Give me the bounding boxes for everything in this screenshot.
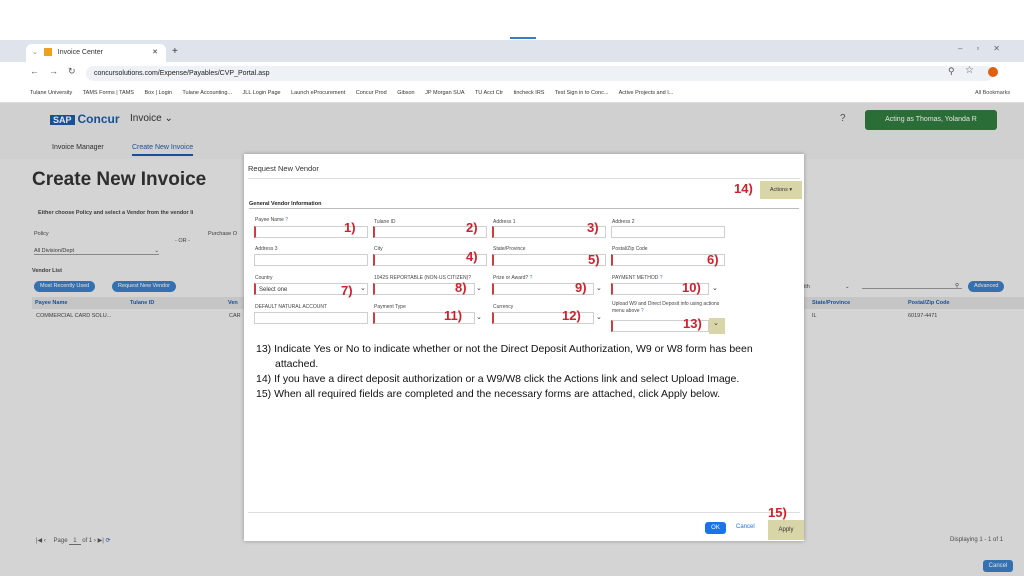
actions-button[interactable]: Actions ▾ — [760, 181, 802, 199]
bookmarks-bar: Tulane University TAMS Forms | TAMS Box … — [0, 84, 1024, 103]
bookmark[interactable]: JP Morgan SUA — [425, 90, 464, 96]
help-icon: ? — [640, 308, 644, 314]
chevron-down-icon[interactable]: ⌄ — [476, 284, 482, 292]
bookmark[interactable]: Concur Prod — [356, 90, 387, 96]
state-label: State/Province — [493, 246, 526, 252]
prize-label: Prize or Award? ? — [493, 275, 533, 281]
instructions: 13) Indicate Yes or No to indicate wheth… — [256, 342, 796, 402]
note-15: 15) When all required fields are complet… — [256, 388, 720, 400]
bookmark[interactable]: Active Projects and I... — [619, 90, 674, 96]
new-tab-icon[interactable]: + — [172, 44, 178, 60]
help-icon: ? — [529, 275, 533, 281]
annotation-10: 10) — [682, 280, 701, 295]
profile-icon[interactable] — [988, 67, 998, 77]
concur-favicon-icon — [43, 48, 52, 57]
section-title: General Vendor Information — [249, 201, 322, 207]
annotation-9: 9) — [575, 280, 587, 295]
modal-footer-divider — [248, 512, 800, 513]
tulane-id-label: Tulane ID — [374, 219, 396, 225]
annotation-3: 3) — [587, 220, 599, 235]
bookmark[interactable]: Gibson — [397, 90, 414, 96]
annotation-5: 5) — [588, 252, 600, 267]
url-text: concursolutions.com/Expense/Payables/CVP… — [94, 70, 270, 77]
annotation-12: 12) — [562, 308, 581, 323]
address2-field[interactable] — [611, 226, 725, 238]
zoom-icon[interactable]: ⚲ — [948, 66, 955, 77]
upload-w9-dropdown-highlight[interactable]: ⌄ — [709, 318, 725, 334]
chevron-down-icon[interactable]: ⌄ — [476, 313, 482, 321]
default-account-field[interactable] — [254, 312, 368, 324]
help-icon: ? — [659, 275, 663, 281]
city-label: City — [374, 246, 383, 252]
browser-tab[interactable]: ⌄ Invoice Center ✕ — [26, 44, 166, 62]
annotation-1: 1) — [344, 220, 356, 235]
modal-title: Request New Vendor — [248, 164, 319, 173]
payment-type-label: Payment Type — [374, 304, 406, 310]
chevron-down-icon[interactable]: ⌄ — [596, 313, 602, 321]
annotation-2: 2) — [466, 220, 478, 235]
address1-label: Address 1 — [493, 219, 516, 225]
tab-title: Invoice Center — [57, 49, 103, 56]
address2-label: Address 2 — [612, 219, 635, 225]
chevron-down-icon[interactable]: ⌄ — [360, 284, 366, 292]
note-13: 13) Indicate Yes or No to indicate wheth… — [256, 343, 753, 370]
close-icon[interactable]: ✕ — [152, 44, 158, 62]
bookmark[interactable]: Tulane Accounting... — [182, 90, 232, 96]
note-14: 14) If you have a direct deposit authori… — [256, 373, 740, 385]
annotation-8: 8) — [455, 280, 467, 295]
cancel-button[interactable]: Cancel — [736, 524, 755, 530]
address3-field[interactable] — [254, 254, 368, 266]
chevron-down-icon[interactable]: ⌄ — [712, 284, 718, 292]
chevron-down-icon: ⌄ — [713, 320, 719, 327]
annotation-15: 15) — [768, 505, 787, 520]
help-icon: ? — [285, 217, 289, 223]
url-field[interactable]: concursolutions.com/Expense/Payables/CVP… — [86, 66, 994, 81]
currency-label: Currency — [493, 304, 514, 310]
payee-name-label: Payee Name ? — [255, 217, 289, 223]
bookmark[interactable]: TAMS Forms | TAMS — [83, 90, 134, 96]
annotation-7: 7) — [341, 283, 353, 298]
nav-buttons[interactable]: ←→↻ — [30, 66, 86, 77]
annotation-6: 6) — [707, 252, 719, 267]
country-label: Country — [255, 275, 273, 281]
bookmark[interactable]: tincheck IRS — [514, 90, 545, 96]
apply-button[interactable]: Apply — [768, 520, 804, 540]
address3-label: Address 3 — [255, 246, 278, 252]
bookmark[interactable]: Tulane University — [30, 90, 72, 96]
annotation-11: 11) — [444, 308, 463, 323]
annotation-14: 14) — [734, 181, 753, 196]
upload-w9-label: Upload W9 and Direct Deposit info using … — [612, 301, 720, 314]
chevron-down-icon[interactable]: ⌄ — [596, 284, 602, 292]
bookmark[interactable]: Box | Login — [145, 90, 172, 96]
chevron-down-icon[interactable]: ⌄ — [32, 49, 38, 56]
window-controls[interactable]: –▫✕ — [958, 44, 1014, 53]
bookmark[interactable]: Launch eProcurement — [291, 90, 345, 96]
annotation-13: 13) — [683, 316, 702, 331]
annotation-4: 4) — [466, 249, 478, 264]
loading-indicator — [510, 37, 536, 39]
default-account-label: DEFAULT NATURAL ACCOUNT — [255, 304, 328, 310]
postal-label: Postal/Zip Code — [612, 246, 648, 252]
section-line — [249, 208, 799, 209]
bookmark[interactable]: JLL Login Page — [243, 90, 281, 96]
modal-divider — [248, 178, 800, 179]
star-icon[interactable]: ☆ — [965, 65, 974, 76]
all-bookmarks[interactable]: All Bookmarks — [975, 90, 1010, 96]
payment-method-label: PAYMENT METHOD ? — [612, 275, 663, 281]
bookmark[interactable]: TU Acct Ctr — [475, 90, 503, 96]
ok-button[interactable]: OK — [705, 522, 726, 534]
bookmark[interactable]: Test Sign in to Conc... — [555, 90, 609, 96]
